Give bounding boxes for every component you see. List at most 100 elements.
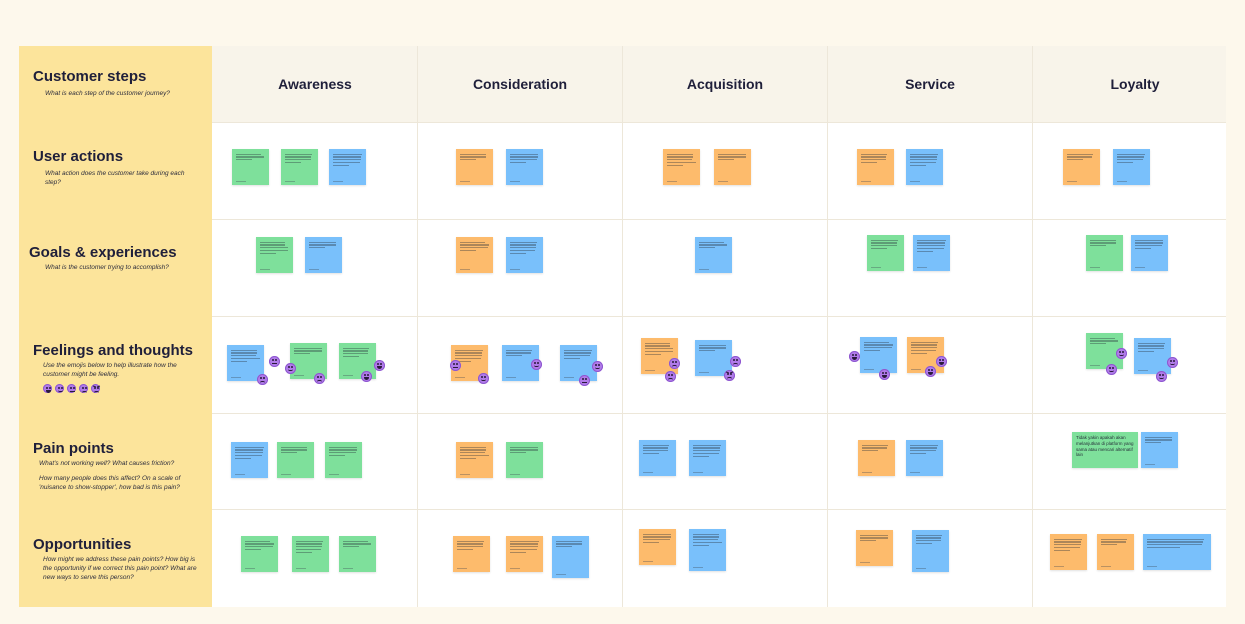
- sticky-note[interactable]: [906, 440, 943, 476]
- sticky-note[interactable]: [305, 237, 342, 273]
- sticky-note-scribble: [699, 344, 727, 346]
- sticky-note-scribble: [911, 349, 937, 352]
- sticky-note-author-mark: [1101, 566, 1111, 567]
- sticky-note[interactable]: [277, 442, 314, 478]
- sticky-note-scribble: [329, 454, 345, 457]
- sticky-note[interactable]: [1141, 432, 1178, 468]
- sticky-note[interactable]: [506, 442, 543, 478]
- sticky-note[interactable]: [1063, 149, 1100, 185]
- sticky-note[interactable]: [867, 235, 904, 271]
- sticky-note[interactable]: [695, 237, 732, 273]
- sad-face-icon[interactable]: [665, 371, 676, 382]
- sticky-note[interactable]: [663, 149, 700, 185]
- sticky-note[interactable]: [506, 237, 543, 273]
- sticky-note[interactable]: [857, 149, 894, 185]
- sticky-note[interactable]: [552, 536, 589, 578]
- sticky-note[interactable]: [456, 149, 493, 185]
- smile-face-icon[interactable]: [1156, 371, 1167, 382]
- sticky-note[interactable]: [639, 440, 676, 476]
- sticky-note[interactable]: [325, 442, 362, 478]
- happy-face-icon[interactable]: [361, 371, 372, 382]
- sad-face-icon[interactable]: [314, 373, 325, 384]
- sticky-note[interactable]: [714, 149, 751, 185]
- sticky-note[interactable]: [858, 440, 895, 476]
- sticky-note[interactable]: [456, 237, 493, 273]
- sticky-note[interactable]: [1134, 338, 1171, 374]
- sticky-note-scribble: [911, 341, 938, 343]
- smile-face-icon[interactable]: [531, 359, 542, 370]
- neutral-face-icon[interactable]: [67, 384, 76, 393]
- sticky-note-scribble: [699, 244, 728, 246]
- sticky-note[interactable]: [453, 536, 490, 572]
- sticky-note[interactable]: [1143, 534, 1211, 570]
- happy-face-icon[interactable]: [43, 384, 52, 393]
- sad-face-icon[interactable]: [730, 356, 741, 367]
- sticky-note-scribble: [343, 540, 368, 542]
- happy-face-icon[interactable]: [936, 356, 947, 367]
- smile-face-icon[interactable]: [592, 361, 603, 372]
- row-divider: [212, 509, 1226, 510]
- sticky-note[interactable]: [860, 337, 897, 373]
- sticky-note-author-mark: [343, 375, 353, 376]
- neutral-face-icon[interactable]: [579, 375, 590, 386]
- sticky-note-scribble: [510, 159, 538, 161]
- sticky-note[interactable]: [329, 149, 366, 185]
- sticky-note[interactable]: [689, 440, 726, 476]
- sticky-note-author-mark: [510, 181, 520, 182]
- neutral-face-icon[interactable]: [269, 356, 280, 367]
- sticky-note[interactable]: [1131, 235, 1168, 271]
- sticky-note[interactable]: [292, 536, 329, 572]
- sad-face-icon[interactable]: [257, 374, 268, 385]
- sticky-note[interactable]: [856, 530, 893, 566]
- sticky-note[interactable]: [1050, 534, 1087, 570]
- sticky-note[interactable]: [913, 235, 950, 271]
- sticky-note[interactable]: [506, 149, 543, 185]
- happy-face-icon[interactable]: [879, 369, 890, 380]
- smile-face-icon[interactable]: [1116, 348, 1127, 359]
- sticky-note[interactable]: [1113, 149, 1150, 185]
- smile-face-icon[interactable]: [1167, 357, 1178, 368]
- sticky-note[interactable]: [456, 442, 493, 478]
- step-description: What's not working well? What causes fri…: [39, 460, 175, 467]
- sticky-note[interactable]: [560, 345, 597, 381]
- sad-face-icon[interactable]: [669, 358, 680, 369]
- sticky-note[interactable]: [1097, 534, 1134, 570]
- smile-face-icon[interactable]: [55, 384, 64, 393]
- angry-face-icon[interactable]: [724, 370, 735, 381]
- row-header-feelings-thoughts: Feelings and thoughts Use the emojis bel…: [19, 342, 212, 393]
- sticky-note-author-mark: [1067, 181, 1077, 182]
- sticky-note-scribble: [645, 345, 670, 347]
- sticky-note-scribble: [510, 244, 537, 246]
- sticky-note[interactable]: Tidak yakin apakah akan melanjutkan di p…: [1072, 432, 1138, 468]
- sticky-note-scribble: [645, 353, 661, 355]
- sad-face-icon[interactable]: [79, 384, 88, 393]
- sticky-note[interactable]: [639, 529, 676, 565]
- sticky-note[interactable]: [912, 530, 949, 572]
- sticky-note-scribble: [510, 252, 526, 254]
- smile-face-icon[interactable]: [285, 363, 296, 374]
- sticky-note-author-mark: [510, 269, 520, 270]
- happy-face-icon[interactable]: [374, 360, 385, 371]
- sticky-note[interactable]: [256, 237, 293, 273]
- sticky-note[interactable]: [232, 149, 269, 185]
- sticky-note-scribble: [510, 548, 537, 551]
- sticky-note-scribble: [236, 153, 261, 155]
- angry-face-icon[interactable]: [91, 384, 101, 393]
- happy-face-icon[interactable]: [925, 366, 936, 377]
- sticky-note-scribble: [510, 156, 538, 158]
- sticky-note-scribble: [510, 161, 526, 164]
- happy-face-icon[interactable]: [849, 351, 860, 362]
- sticky-note[interactable]: [906, 149, 943, 185]
- sticky-note[interactable]: [506, 536, 543, 572]
- sticky-note[interactable]: [241, 536, 278, 572]
- sticky-note[interactable]: [231, 442, 268, 478]
- sticky-note[interactable]: [1086, 235, 1123, 271]
- sticky-note[interactable]: [689, 529, 726, 571]
- sticky-note[interactable]: [281, 149, 318, 185]
- neutral-face-icon[interactable]: [450, 360, 461, 371]
- sticky-note-scribble: [260, 247, 289, 249]
- smile-face-icon[interactable]: [1106, 364, 1117, 375]
- sticky-note-scribble: [871, 239, 898, 241]
- smile-face-icon[interactable]: [478, 373, 489, 384]
- sticky-note[interactable]: [339, 536, 376, 572]
